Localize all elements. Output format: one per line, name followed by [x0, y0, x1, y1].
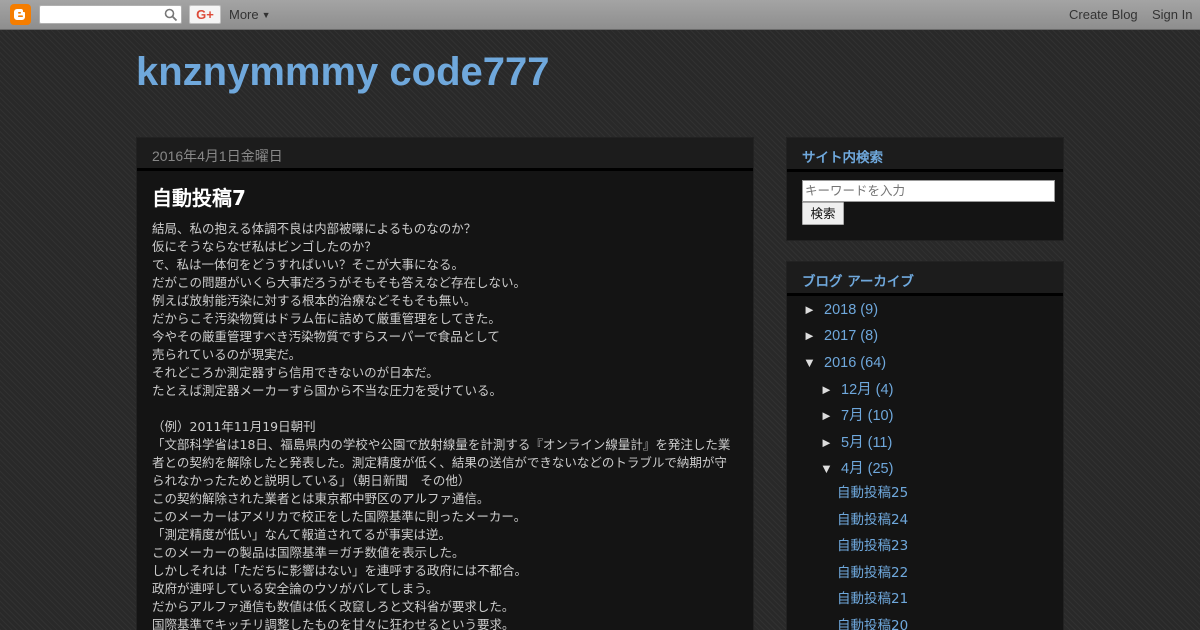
post-panel: 2016年4月1日金曜日 自動投稿7 結局、私の抱える体調不良は内部被曝によるも…: [136, 137, 754, 630]
post-line: 結局、私の抱える体調不良は内部被曝によるものなのか？: [152, 221, 477, 236]
google-plus-icon[interactable]: G+: [189, 5, 221, 24]
post-line: だからアルファ通信も数値は低く改竄しろと文科省が要求した。: [152, 599, 515, 614]
post-body-part1: 結局、私の抱える体調不良は内部被曝によるものなのか？ 仮にそうならなぜ私はビンゴし…: [152, 220, 738, 400]
post-line: だがこの問題がいくら大事だろうがそもそも答えなど存在しない。: [152, 275, 527, 290]
archive-widget: ブログ アーカイブ ► 2018 (9) ► 2017 (8) ▼ 2016 (64)…: [786, 261, 1064, 630]
navbar-search-input[interactable]: [39, 5, 182, 24]
post-line: このメーカーの製品は国際基準＝ガチ数値を表示した。: [152, 545, 465, 560]
archive-year-2017[interactable]: ► 2017 (8): [803, 328, 878, 348]
post-line: 売られているのが現実だ。: [152, 347, 302, 362]
archive-post-link[interactable]: 自動投稿22: [837, 561, 908, 581]
search-icon[interactable]: [164, 7, 178, 26]
expand-toggle-icon[interactable]: ►: [803, 328, 824, 343]
archive-month-label[interactable]: 4月: [841, 461, 864, 477]
archive-year-label[interactable]: 2016: [824, 355, 856, 371]
post-date: 2016年4月1日金曜日: [137, 138, 753, 171]
post-line: （例）2011年11月19日朝刊: [152, 419, 316, 434]
post-line: で、私は一体何をどうすればいい？そこが大事になる。: [152, 257, 465, 272]
post-line: このメーカーはアメリカで校正をした国際基準に則ったメーカー。: [152, 509, 527, 524]
archive-count: (8): [860, 328, 879, 344]
archive-year-2016[interactable]: ▼ 2016 (64): [803, 355, 886, 375]
post-body: 結局、私の抱える体調不良は内部被曝によるものなのか？ 仮にそうならなぜ私はビンゴし…: [137, 216, 753, 630]
post-line: たとえば測定器メーカーすら国から不当な圧力を受けている。: [152, 383, 503, 398]
create-blog-link[interactable]: Create Blog: [1069, 7, 1138, 22]
post-line: 今やその厳重管理すべき汚染物質ですらスーパーで食品として: [152, 329, 500, 344]
archive-count: (11): [867, 435, 893, 451]
post-title[interactable]: 自動投稿7: [137, 171, 753, 216]
post-line: 「測定精度が低い」なんて報道されてるが事実は逆。: [152, 527, 452, 542]
expand-toggle-icon[interactable]: ►: [820, 408, 841, 423]
archive-month-5[interactable]: ► 5月 (11): [820, 431, 892, 451]
blogger-icon[interactable]: [10, 4, 31, 25]
more-label: More: [229, 7, 259, 22]
blog-title[interactable]: knznymmmy code777: [136, 50, 550, 95]
archive-year-label[interactable]: 2018: [824, 302, 856, 318]
expand-toggle-icon[interactable]: ►: [803, 302, 824, 317]
archive-month-label[interactable]: 7月: [841, 408, 864, 424]
post-line: だからこそ汚染物質はドラム缶に詰めて厳重管理をしてきた。: [152, 311, 501, 326]
post-line: 仮にそうならなぜ私はビンゴしたのか？: [152, 239, 377, 254]
archive-post-link[interactable]: 自動投稿20: [837, 614, 908, 630]
archive-count: (64): [860, 355, 887, 371]
search-widget: サイト内検索 キーワードを入力 検索: [786, 137, 1064, 241]
more-menu[interactable]: More ▼: [229, 7, 271, 22]
archive-month-7[interactable]: ► 7月 (10): [820, 404, 893, 424]
archive-post-link[interactable]: 自動投稿21: [837, 587, 908, 607]
post-line: 政府が連呼している安全論のウソがバレてしまう。: [152, 581, 439, 596]
expand-toggle-icon[interactable]: ►: [820, 435, 841, 450]
search-button[interactable]: 検索: [802, 202, 844, 225]
archive-month-12[interactable]: ► 12月 (4): [820, 378, 893, 398]
archive-count: (25): [867, 461, 894, 477]
post-line: 例えば放射能汚染に対する根本的治療などそもそも無い。: [152, 293, 477, 308]
sign-in-link[interactable]: Sign In: [1152, 7, 1192, 22]
caret-down-icon: ▼: [261, 10, 271, 20]
search-input[interactable]: キーワードを入力: [802, 180, 1055, 202]
search-widget-header: サイト内検索: [787, 138, 1063, 172]
collapse-toggle-icon[interactable]: ▼: [803, 355, 824, 370]
post-body-part2: （例）2011年11月19日朝刊「文部科学省は18日、福島県内の学校や公園で放射…: [152, 418, 738, 630]
archive-month-label[interactable]: 5月: [841, 435, 864, 451]
archive-month-4[interactable]: ▼ 4月 (25): [820, 457, 893, 477]
blogger-navbar: G+ More ▼ Create Blog Sign In: [0, 0, 1200, 30]
archive-year-label[interactable]: 2017: [824, 328, 856, 344]
archive-year-2018[interactable]: ► 2018 (9): [803, 302, 878, 322]
post-line: 国際基準でキッチリ調整したものを甘々に狂わせるという要求。: [152, 617, 515, 630]
archive-post-link[interactable]: 自動投稿25: [837, 481, 908, 501]
post-line: しかしそれは「ただちに影響はない」を連呼する政府には不都合。: [152, 563, 528, 578]
archive-count: (9): [860, 302, 879, 318]
post-line: 「文部科学省は18日、福島県内の学校や公園で放射線量を計測する『オンライン線量計…: [152, 437, 731, 488]
expand-toggle-icon[interactable]: ►: [820, 382, 841, 397]
archive-month-label[interactable]: 12月: [841, 382, 872, 398]
archive-count: (4): [875, 382, 894, 398]
archive-post-link[interactable]: 自動投稿24: [837, 508, 908, 528]
post-line: この契約解除された業者とは東京都中野区のアルファ通信。: [152, 491, 490, 506]
archive-count: (10): [867, 408, 894, 424]
archive-widget-header: ブログ アーカイブ: [787, 262, 1063, 296]
collapse-toggle-icon[interactable]: ▼: [820, 461, 841, 476]
archive-post-link[interactable]: 自動投稿23: [837, 534, 908, 554]
post-line: それどころか測定器すら信用できないのが日本だ。: [152, 365, 439, 380]
